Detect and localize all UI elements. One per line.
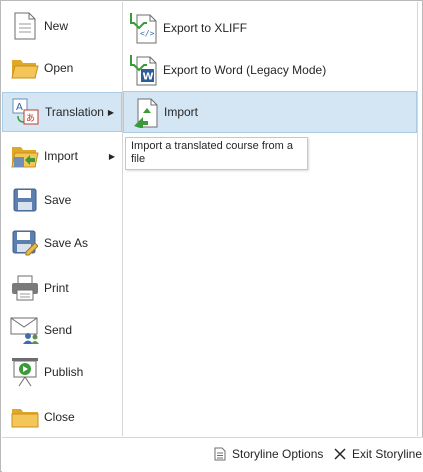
open-folder-icon: [10, 53, 40, 83]
xliff-export-icon: </>: [128, 11, 160, 45]
menu-item-open[interactable]: Open: [2, 48, 122, 88]
svg-text:W: W: [143, 72, 154, 83]
submenu-item-export-word[interactable]: W Export to Word (Legacy Mode): [123, 49, 417, 91]
menu-item-label: Save As: [44, 236, 89, 250]
submenu-item-label: Import: [164, 105, 199, 119]
menu-item-save[interactable]: Save: [2, 180, 122, 220]
send-icon: [10, 315, 40, 345]
submenu-item-export-xliff[interactable]: </> Export to XLIFF: [123, 7, 417, 49]
menu-item-save-as[interactable]: Save As: [2, 223, 122, 263]
storyline-options-label: Storyline Options: [232, 447, 324, 461]
panel-border: [417, 2, 418, 436]
menu-item-label: Translation: [45, 105, 104, 119]
menu-item-import[interactable]: Import ▶: [2, 136, 122, 176]
menu-item-label: Save: [44, 193, 72, 207]
save-disk-icon: [10, 185, 40, 215]
menu-item-label: Close: [44, 410, 75, 424]
file-menu-window: New Open Aあ Translation ▶ Import ▶ Save …: [0, 0, 423, 472]
menu-item-label: Send: [44, 323, 73, 337]
menu-item-label: Import: [44, 149, 79, 163]
svg-text:あ: あ: [26, 113, 35, 124]
menu-item-translation[interactable]: Aあ Translation ▶: [2, 92, 122, 132]
publish-icon: [10, 357, 40, 387]
translation-submenu: </> Export to XLIFF W Export to Word (Le…: [123, 2, 421, 436]
menu-item-label: Publish: [44, 365, 84, 379]
submenu-arrow-icon: ▶: [108, 151, 115, 161]
submenu-item-label: Export to XLIFF: [163, 21, 248, 35]
menu-item-print[interactable]: Print: [2, 268, 122, 308]
save-as-icon: [10, 228, 40, 258]
svg-text:</>: </>: [140, 29, 155, 38]
menu-item-label: Print: [44, 281, 69, 295]
new-file-icon: [10, 11, 40, 41]
menu-item-close[interactable]: Close: [2, 397, 122, 437]
menu-item-publish[interactable]: Publish: [2, 352, 122, 392]
submenu-item-label: Export to Word (Legacy Mode): [163, 63, 327, 77]
exit-storyline-button[interactable]: Exit Storyline: [333, 447, 422, 461]
menu-item-label: New: [44, 19, 69, 33]
exit-storyline-label: Exit Storyline: [352, 447, 423, 461]
import-icon: [10, 141, 40, 171]
storyline-options-button[interactable]: Storyline Options: [213, 447, 323, 461]
submenu-arrow-icon: ▶: [107, 107, 114, 117]
import-tooltip: Import a translated course from a file: [125, 137, 308, 170]
word-export-icon: W: [128, 53, 160, 87]
footer-bar: Storyline Options Exit Storyline: [2, 437, 423, 472]
translation-icon: Aあ: [11, 97, 41, 127]
close-x-icon: [333, 447, 347, 461]
printer-icon: [10, 273, 40, 303]
import-translation-icon: [129, 95, 161, 129]
menu-item-new[interactable]: New: [2, 6, 122, 46]
menu-item-label: Open: [44, 61, 74, 75]
close-folder-icon: [10, 402, 40, 432]
svg-text:A: A: [16, 102, 23, 113]
submenu-item-import[interactable]: Import: [123, 91, 417, 133]
file-menu-list: New Open Aあ Translation ▶ Import ▶ Save …: [2, 2, 122, 436]
options-document-icon: [213, 447, 227, 461]
menu-item-send[interactable]: Send: [2, 310, 122, 350]
